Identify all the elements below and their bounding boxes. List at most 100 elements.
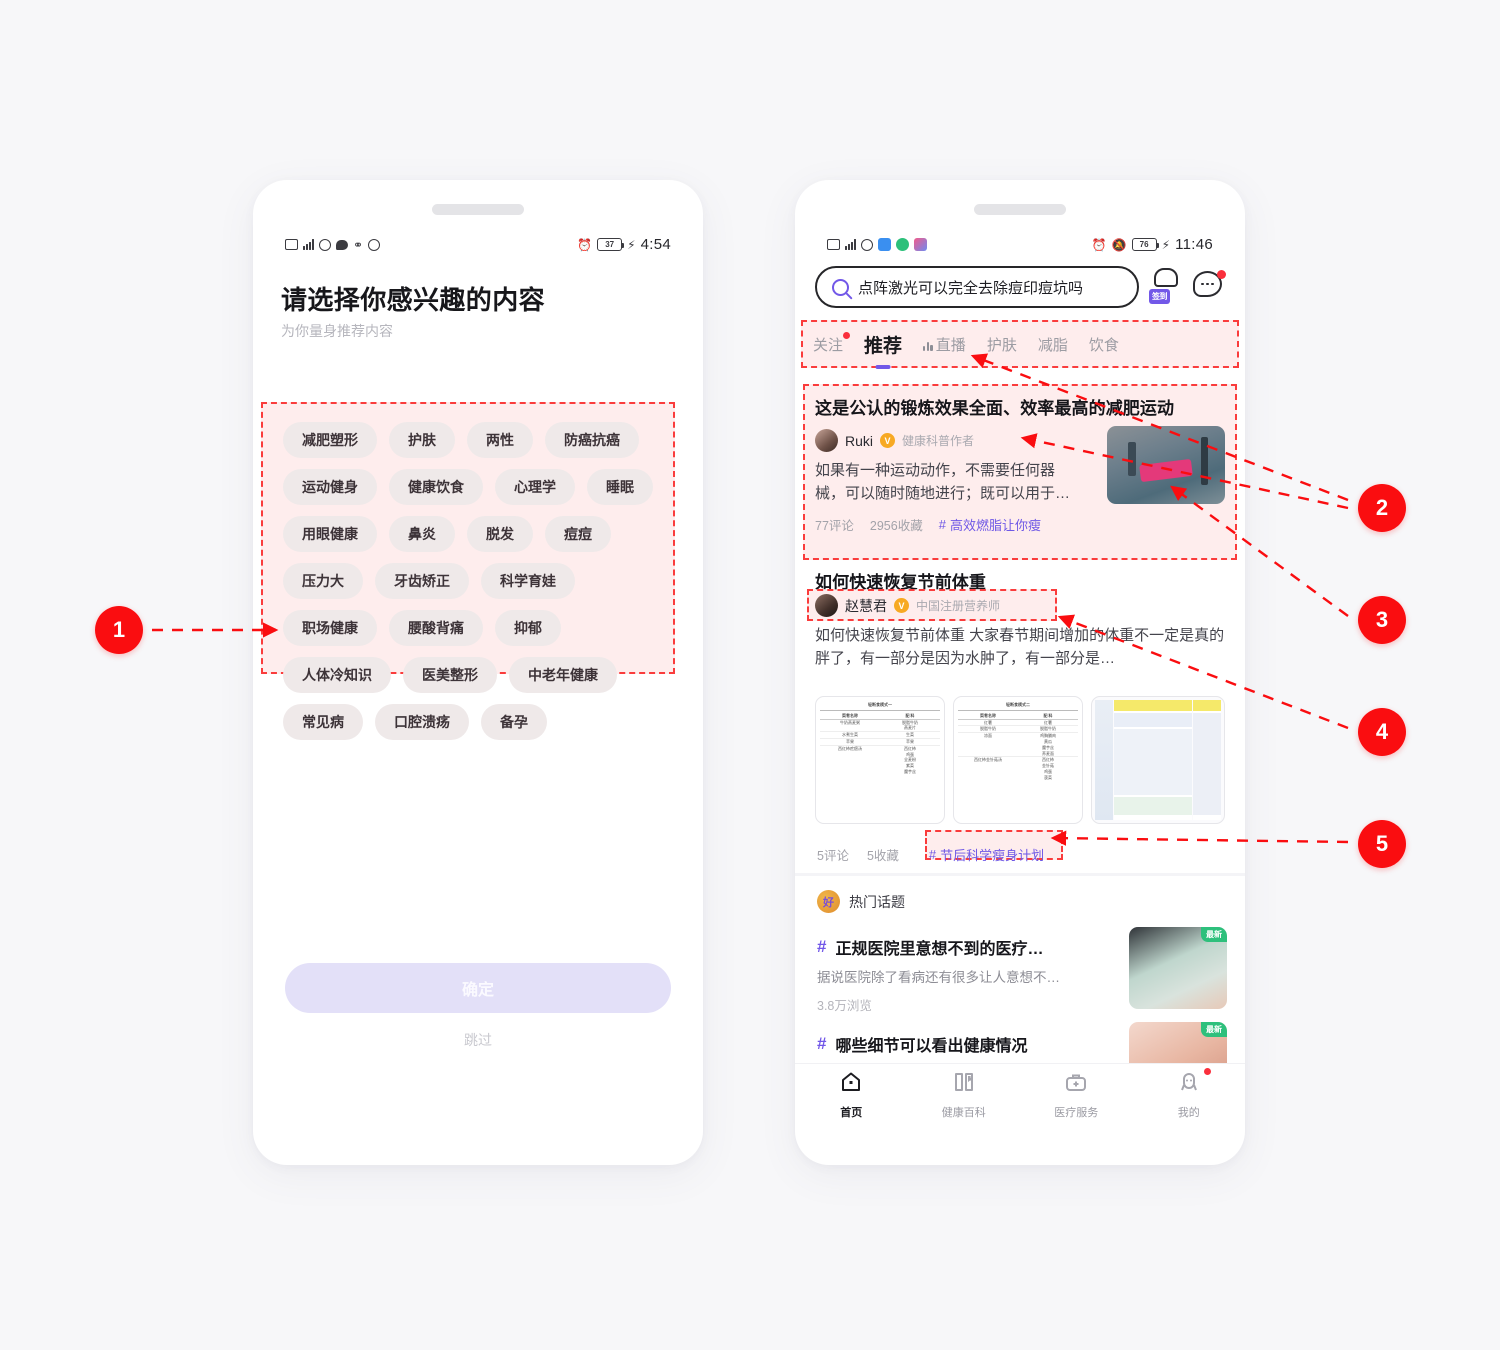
annotation-marker-2: 2 (1358, 484, 1406, 532)
feed-tab-减脂[interactable]: 减脂 (1038, 334, 1068, 355)
interest-tag[interactable]: 脱发 (467, 516, 533, 552)
interest-tag[interactable]: 牙齿矫正 (375, 563, 469, 599)
hot-topics-label: 热门话题 (849, 893, 905, 910)
author-title: 健康科普作者 (902, 434, 975, 449)
confirm-button[interactable]: 确定 (285, 963, 671, 1013)
card-hashtag[interactable]: # 节后科学瘦身计划 (929, 845, 1044, 864)
hot-topic-title-text: 哪些细节可以看出健康情况 (835, 1038, 1028, 1055)
hot-topic-thumbnail[interactable]: 最新 (1129, 927, 1227, 1009)
interest-tag[interactable]: 备孕 (481, 704, 547, 740)
interest-tag[interactable]: 痘痘 (545, 516, 611, 552)
card-title: 这是公认的锻炼效果全面、效率最高的减肥运动 (815, 399, 1175, 418)
nav-item-医疗服务[interactable]: 医疗服务 (1020, 1070, 1133, 1120)
interest-tag[interactable]: 人体冷知识 (283, 657, 391, 693)
interest-tag[interactable]: 口腔溃疡 (375, 704, 469, 740)
card-thumbnail-3[interactable] (1091, 696, 1225, 824)
interest-tag[interactable]: 运动健身 (283, 469, 377, 505)
nav-item-label: 医疗服务 (1054, 1106, 1099, 1119)
live-bars-icon (923, 340, 933, 351)
feed-card-1[interactable]: 这是公认的锻炼效果全面、效率最高的减肥运动 Ruki V 健康科普作者 如果有一… (815, 398, 1225, 534)
alarm-icon: ⏰ (1091, 237, 1107, 252)
tab-new-dot (843, 331, 851, 339)
nav-item-label: 首页 (840, 1106, 863, 1119)
message-icon (336, 239, 348, 250)
interest-tag[interactable]: 两性 (467, 422, 533, 458)
avatar (815, 429, 838, 453)
feed-tab-推荐[interactable]: 推荐 (864, 331, 902, 369)
feed-tab-饮食[interactable]: 饮食 (1089, 334, 1119, 355)
interest-tag[interactable]: 中老年健康 (509, 657, 617, 693)
battery-icon: 76 (1131, 238, 1159, 251)
interest-tag[interactable]: 心理学 (495, 469, 575, 505)
search-input[interactable]: 点阵激光可以完全去除痘印痘坑吗 (815, 266, 1139, 308)
speaker-notch (974, 204, 1066, 215)
card-thumbnail[interactable] (1107, 426, 1225, 504)
messages-button[interactable] (1193, 270, 1226, 303)
hash-symbol-icon: # (938, 516, 946, 532)
collect-count: 5收藏 (866, 849, 899, 863)
author-name: 赵慧君 (845, 597, 887, 614)
interest-tag[interactable]: 职场健康 (283, 610, 377, 646)
comment-count: 5评论 (817, 849, 849, 863)
annotation-marker-5: 5 (1358, 820, 1406, 868)
interest-tag[interactable]: 鼻炎 (389, 516, 455, 552)
hot-topics-header: 好 热门话题 (817, 890, 905, 913)
wifi-icon (861, 238, 873, 251)
interest-tag[interactable]: 健康饮食 (389, 469, 483, 505)
interest-tag[interactable]: 防癌抗癌 (545, 422, 639, 458)
sign-in-badge: 签到 (1149, 289, 1170, 304)
phone-left-interest-selection: ⚭ ⏰ 37 ⚡ 4:54 请选择你感兴趣的内容 为你量身推荐内容 减肥塑形 护肤… (253, 180, 703, 1165)
page-subtitle: 为你量身推荐内容 (281, 323, 393, 339)
feed-tab-直播[interactable]: 直播 (923, 334, 966, 355)
interest-tag[interactable]: 腰酸背痛 (389, 610, 483, 646)
section-divider (795, 873, 1245, 876)
search-icon (832, 278, 849, 296)
nav-item-我的[interactable]: 我的 (1133, 1067, 1246, 1120)
hash-symbol-icon: # (817, 1034, 827, 1053)
screenshot-canvas: ⚭ ⏰ 37 ⚡ 4:54 请选择你感兴趣的内容 为你量身推荐内容 减肥塑形 护肤… (0, 0, 1500, 1350)
hot-topic-item-2[interactable]: # 哪些细节可以看出健康情况 最新 (817, 1022, 1227, 1080)
hashtag-label: 节后科学瘦身计划 (940, 848, 1045, 863)
interest-tag[interactable]: 护肤 (389, 422, 455, 458)
card-excerpt: 如果有一种运动动作，不需要任何器械，可以随时随地进行；既可以用于… (815, 462, 1071, 503)
wifi-icon (319, 238, 331, 251)
interest-tag[interactable]: 减肥塑形 (283, 422, 377, 458)
annotation-marker-1: 1 (95, 606, 143, 654)
nav-item-健康百科[interactable]: 健康百科 (908, 1070, 1021, 1120)
card-thumbnail-1[interactable]: 轻断食模式一 菜肴名称配 料 牛奶燕麦粥 脱脂牛奶 燕麦片 水煮生菜 生菜 苹果 苹果 … (815, 696, 945, 824)
bottom-navigation-bar: 首页 健康百科 医疗服务 我的 (795, 1063, 1245, 1125)
nav-item-首页[interactable]: 首页 (795, 1070, 908, 1120)
interest-tag[interactable]: 用眼健康 (283, 516, 377, 552)
medical-kit-icon (1064, 1070, 1088, 1099)
status-time-right: 11:46 (1175, 236, 1213, 253)
status-bar-right: ⏰ 🔕 76 ⚡ 11:46 (795, 236, 1245, 253)
interest-tag[interactable]: 睡眠 (587, 469, 653, 505)
card-author-row[interactable]: 赵慧君 V 中国注册营养师 (815, 594, 1225, 617)
speaker-notch (432, 204, 524, 215)
feed-tab-护肤[interactable]: 护肤 (987, 334, 1017, 355)
tab-label: 关注 (813, 336, 844, 354)
sign-in-icon (1154, 268, 1178, 287)
annotation-arrows (152, 353, 1349, 846)
charging-icon: ⚡ (1161, 237, 1171, 252)
page-title: 请选择你感兴趣的内容 (281, 285, 546, 315)
card-thumbnail-2[interactable]: 轻断食模式二 菜肴名称配 料 红薯 红薯 脱脂牛奶 脱脂牛奶 凉面 鸡胸脯肉 黄瓜 魔芋丝… (953, 696, 1083, 824)
hash-symbol-icon: # (928, 847, 937, 862)
status-time-left: 4:54 (640, 236, 671, 253)
interest-tag[interactable]: 压力大 (283, 563, 363, 599)
phone-right-feed: ⏰ 🔕 76 ⚡ 11:46 点阵激光可以完全去除痘印痘坑吗 签到 关注 推荐 … (795, 180, 1245, 1165)
feed-tab-bar: 关注 推荐 直播 护肤 减脂 饮食 (813, 324, 1231, 369)
globe-icon: 好 (817, 890, 840, 913)
interest-tag[interactable]: 抑郁 (495, 610, 561, 646)
skip-button[interactable]: 跳过 (253, 1030, 703, 1050)
interest-tag[interactable]: 常见病 (283, 704, 363, 740)
feed-tab-关注[interactable]: 关注 (813, 331, 851, 355)
app-icon-green (896, 238, 909, 251)
card-hashtag[interactable]: # 高效燃脂让你瘦 (939, 515, 1041, 534)
interest-tag[interactable]: 医美整形 (403, 657, 497, 693)
book-icon (952, 1070, 976, 1099)
interest-tag[interactable]: 科学育娃 (481, 563, 575, 599)
hot-topic-item-1[interactable]: # 正规医院里意想不到的医疗… 据说医院除了看病还有很多让人意想不… 3.8万浏… (817, 927, 1227, 1014)
sign-in-button[interactable]: 签到 (1149, 268, 1183, 306)
feed-card-2-author[interactable]: 赵慧君 V 中国注册营养师 如何快速恢复节前体重 大家春节期间增加的体重不一定是… (815, 594, 1225, 671)
